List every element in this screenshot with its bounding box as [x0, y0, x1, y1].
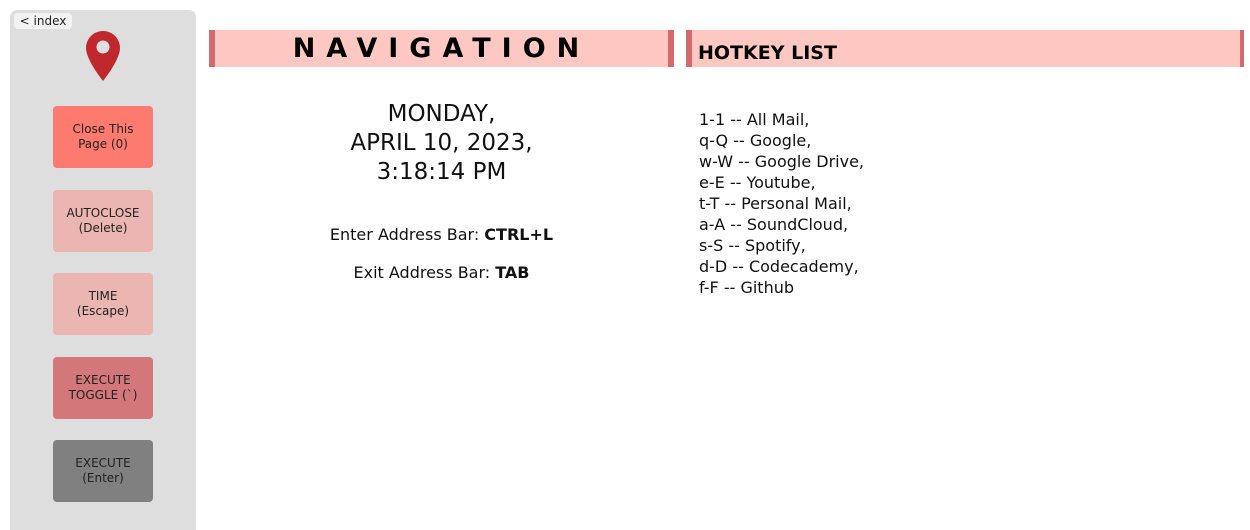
- index-link[interactable]: < index: [14, 13, 72, 29]
- autoclose-button[interactable]: AUTOCLOSE (Delete): [53, 190, 153, 252]
- execute-toggle-button[interactable]: EXECUTE TOGGLE (`): [53, 357, 153, 419]
- date-weekday: MONDAY,: [387, 101, 496, 127]
- enter-address-bar-key: CTRL+L: [484, 225, 554, 244]
- hotkey-item: a-A -- SoundCloud,: [699, 215, 849, 234]
- hotkey-title: HOTKEY LIST: [698, 42, 837, 64]
- hotkey-item: t-T -- Personal Mail,: [699, 194, 852, 213]
- hotkey-item: d-D -- Codecademy,: [699, 257, 859, 276]
- exit-address-bar-label: Exit Address Bar:: [353, 263, 496, 282]
- enter-address-bar-hint: Enter Address Bar: CTRL+L: [209, 225, 674, 245]
- hotkey-item: f-F -- Github: [699, 278, 795, 297]
- exit-address-bar-hint: Exit Address Bar: TAB: [209, 263, 674, 283]
- hotkey-item: e-E -- Youtube,: [699, 173, 816, 192]
- hotkey-item: q-Q -- Google,: [699, 131, 812, 150]
- hotkey-item: s-S -- Spotify,: [699, 236, 806, 255]
- navigation-title: NAVIGATION: [292, 33, 591, 64]
- exit-address-bar-key: TAB: [495, 263, 530, 282]
- hotkey-header: HOTKEY LIST: [686, 30, 1244, 67]
- close-page-button[interactable]: Close This Page (0): [53, 106, 153, 168]
- hotkey-item: w-W -- Google Drive,: [699, 152, 864, 171]
- datetime-display: MONDAY, APRIL 10, 2023, 3:18:14 PM: [209, 100, 674, 187]
- hotkey-item: 1-1 -- All Mail,: [699, 110, 810, 129]
- date-full: APRIL 10, 2023,: [350, 130, 533, 156]
- hotkey-list: 1-1 -- All Mail, q-Q -- Google, w-W -- G…: [699, 109, 1219, 298]
- map-pin-icon: [86, 31, 120, 81]
- navigation-header: NAVIGATION: [209, 30, 674, 67]
- enter-address-bar-label: Enter Address Bar:: [329, 225, 485, 244]
- time-button[interactable]: TIME (Escape): [53, 273, 153, 335]
- execute-button[interactable]: EXECUTE (Enter): [53, 440, 153, 502]
- sidebar: < index Close This Page (0) AUTOCLOSE (D…: [10, 10, 196, 530]
- time-display: 3:18:14 PM: [376, 159, 507, 185]
